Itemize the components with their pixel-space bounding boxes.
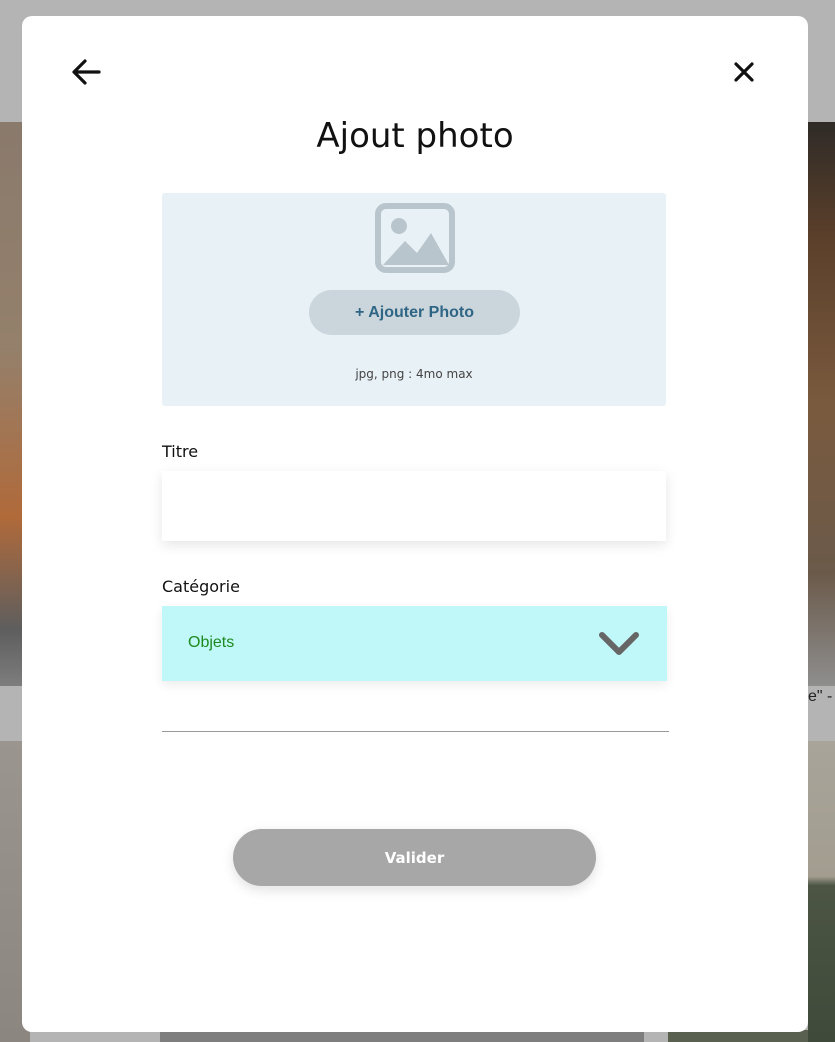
gallery-photo [808, 122, 835, 686]
close-icon [734, 62, 754, 82]
file-format-hint: jpg, png : 4mo max [355, 367, 473, 381]
add-photo-button[interactable]: + Ajouter Photo [309, 290, 520, 335]
add-photo-modal: Ajout photo + Ajouter Photo jpg, png : 4… [22, 16, 808, 1032]
gallery-photo [808, 741, 835, 1042]
chevron-down-icon [599, 632, 639, 655]
title-input[interactable] [162, 471, 666, 541]
category-selected-value: Objets [188, 634, 235, 651]
image-placeholder-icon [375, 203, 455, 273]
photo-upload-zone[interactable]: + Ajouter Photo jpg, png : 4mo max [162, 193, 666, 406]
category-select[interactable]: Objets [162, 606, 667, 681]
form-divider [162, 731, 669, 732]
category-field-label: Catégorie [162, 577, 240, 596]
arrow-left-icon [72, 59, 101, 85]
modal-title: Ajout photo [316, 116, 514, 156]
title-field-label: Titre [162, 442, 199, 461]
gallery-caption: e" - [808, 688, 833, 705]
close-button[interactable] [727, 55, 761, 89]
back-button[interactable] [69, 55, 103, 89]
submit-button[interactable]: Valider [233, 829, 596, 886]
